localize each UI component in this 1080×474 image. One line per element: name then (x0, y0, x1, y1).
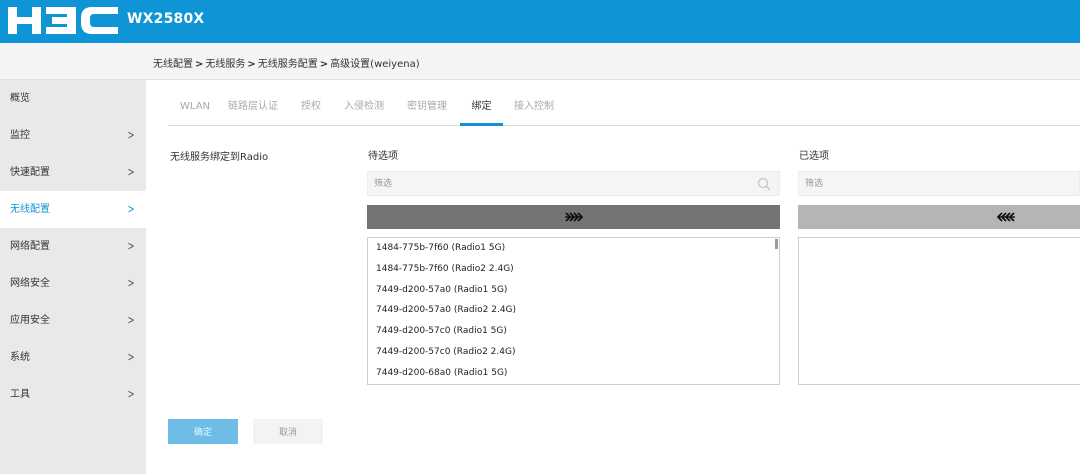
breadcrumb: 无线配置 > 无线服务 > 无线服务配置 > 高级设置(weiyena) (153, 55, 420, 70)
chevron-right-icon: > (127, 165, 135, 179)
list-item[interactable]: 1484-775b-7f60 (Radio2 2.4G) (368, 259, 779, 280)
breadcrumb-separator: > (247, 59, 256, 70)
list-item[interactable]: 7449-d200-57a0 (Radio2 2.4G) (368, 300, 779, 321)
available-list[interactable]: 1484-775b-7f60 (Radio1 5G) 1484-775b-7f6… (367, 237, 780, 385)
tab-link-layer-auth[interactable]: 链路层认证 (228, 92, 278, 126)
tab-access-control[interactable]: 接入控制 (514, 92, 554, 126)
device-model: WX2580X (127, 11, 205, 27)
chevron-right-icon: > (127, 239, 135, 253)
sidebar-item-network-security[interactable]: 网络安全 > (0, 265, 146, 302)
tab-intrusion-detection[interactable]: 入侵检测 (344, 92, 384, 126)
move-to-selected-button[interactable] (367, 205, 780, 229)
list-item[interactable]: 1484-775b-7f60 (Radio1 5G) (368, 238, 779, 259)
available-filter-input[interactable] (368, 172, 779, 195)
selected-title: 已选项 (799, 151, 829, 162)
sidebar-item-overview[interactable]: 概览 (0, 80, 146, 117)
list-item[interactable]: 7449-d200-57a0 (Radio1 5G) (368, 280, 779, 301)
tab-binding[interactable]: 绑定 (460, 92, 503, 126)
scrollbar[interactable] (774, 238, 779, 384)
sidebar-item-label: 监控 (10, 130, 30, 141)
chevron-right-icon: > (127, 313, 135, 327)
field-label: 无线服务绑定到Radio (170, 152, 269, 163)
sidebar-item-system[interactable]: 系统 > (0, 339, 146, 376)
chevron-right-icon: > (127, 387, 135, 401)
tab-bar: WLAN 链路层认证 授权 入侵检测 密钥管理 绑定 接入控制 (168, 92, 1080, 126)
top-bar: WX2580X (0, 0, 1080, 43)
scrollbar-thumb[interactable] (775, 239, 778, 249)
search-icon (757, 177, 771, 191)
sidebar-item-label: 概览 (10, 93, 30, 104)
sidebar-item-tools[interactable]: 工具 > (0, 376, 146, 413)
sidebar-item-network-config[interactable]: 网络配置 > (0, 228, 146, 265)
sidebar-item-label: 快速配置 (10, 167, 50, 178)
chevron-right-icon: > (127, 276, 135, 290)
breadcrumb-item[interactable]: 无线服务 (205, 59, 245, 70)
selected-filter-input[interactable] (799, 172, 1079, 195)
selected-list[interactable] (798, 237, 1080, 385)
tab-authorization[interactable]: 授权 (301, 92, 321, 126)
tab-wlan[interactable]: WLAN (180, 92, 210, 126)
selected-filter[interactable] (798, 171, 1080, 196)
sidebar-item-wireless-config[interactable]: 无线配置 > (0, 191, 146, 228)
list-item[interactable]: 7449-d200-57c0 (Radio1 5G) (368, 321, 779, 342)
chevron-right-icon: > (127, 350, 135, 364)
breadcrumb-separator: > (319, 59, 329, 70)
breadcrumb-item[interactable]: 无线配置 (153, 59, 193, 70)
move-to-available-button[interactable] (798, 205, 1080, 229)
double-arrow-left-icon (997, 212, 1015, 222)
breadcrumb-item[interactable]: 无线服务配置 (258, 59, 318, 70)
double-arrow-right-icon (564, 212, 583, 222)
breadcrumb-item-current: 高级设置(weiyena) (330, 59, 420, 70)
sidebar-item-monitor[interactable]: 监控 > (0, 117, 146, 154)
sidebar-item-application-security[interactable]: 应用安全 > (0, 302, 146, 339)
h3c-logo (8, 7, 118, 34)
chevron-right-icon: > (127, 128, 135, 142)
sidebar-item-label: 应用安全 (10, 315, 50, 326)
tab-key-management[interactable]: 密钥管理 (407, 92, 447, 126)
sidebar-item-label: 工具 (10, 389, 30, 400)
list-item[interactable]: 7449-d200-57c0 (Radio2 2.4G) (368, 342, 779, 363)
sidebar-item-label: 网络安全 (10, 278, 50, 289)
breadcrumb-separator: > (195, 59, 204, 70)
list-item[interactable]: 7449-d200-68a0 (Radio1 5G) (368, 363, 779, 384)
available-title: 待选项 (368, 151, 398, 162)
breadcrumb-bar: 无线配置 > 无线服务 > 无线服务配置 > 高级设置(weiyena) (0, 43, 1080, 80)
sidebar-item-quick-config[interactable]: 快速配置 > (0, 154, 146, 191)
cancel-button[interactable]: 取消 (253, 419, 323, 444)
sidebar-item-label: 系统 (10, 352, 30, 363)
chevron-right-icon: > (127, 202, 135, 216)
sidebar-item-label: 网络配置 (10, 241, 50, 252)
sidebar: 概览 监控 > 快速配置 > 无线配置 > 网络配置 > 网络安全 > 应用安全… (0, 80, 146, 474)
confirm-button[interactable]: 确定 (168, 419, 238, 444)
available-filter[interactable] (367, 171, 780, 196)
sidebar-item-label: 无线配置 (10, 204, 50, 215)
